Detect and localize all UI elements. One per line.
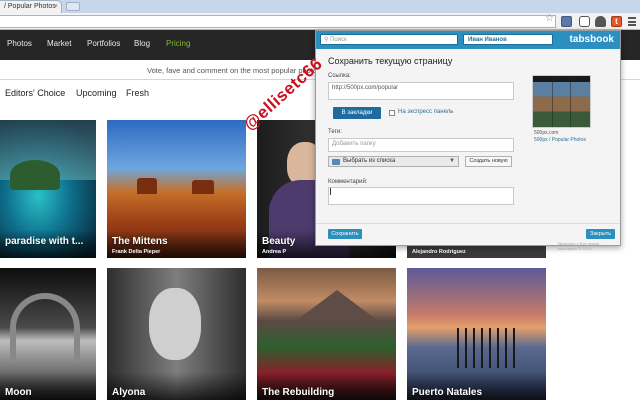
photo-volcano [297,290,377,320]
text-cursor [330,188,331,195]
photo-title: Puerto Natales [412,387,483,398]
create-folder-button[interactable]: Создать новую [465,156,512,167]
link-field[interactable]: http://500px.com/popular [328,82,514,100]
star-icon[interactable]: ☆ [545,14,554,24]
browser-tabstrip: / Popular Photos × [0,0,640,13]
photo-card[interactable]: paradise with t... [0,120,96,258]
browser-tab[interactable]: / Popular Photos × [0,0,62,13]
photo-title: paradise with t... [5,236,84,247]
comment-field[interactable] [328,187,514,205]
browser-toolbar: ☆ t [0,13,640,30]
filter-editors-choice[interactable]: Editors' Choice [5,88,65,98]
address-bar[interactable] [0,15,556,28]
new-tab-button[interactable] [66,2,80,11]
photo-author: Frank Delta Pieper [112,249,161,255]
photo-author: Andrea P [262,249,287,255]
popup-heading: Сохранить текущую страницу [328,56,453,66]
comment-label: Комментарий: [328,179,368,185]
photo-butte [137,178,157,194]
extension-icon-pocket[interactable] [579,16,590,27]
popup-header: ⚲ Поиск Иван Иванов tabsbook [316,31,620,49]
photo-arch [10,293,80,363]
folder-select-value: Выбрать из списка [343,158,396,164]
chevron-down-icon: ▼ [449,158,455,164]
photo-title: Beauty [262,236,296,247]
close-button[interactable]: Закрыть [586,229,615,239]
tabsbook-logo: tabsbook [569,34,614,45]
tabsbook-popup: ⚲ Поиск Иван Иванов tabsbook Сохранить т… [315,30,621,251]
photo-face [149,288,201,360]
search-placeholder: Поиск [330,37,347,43]
photo-card[interactable]: The Mittens Frank Delta Pieper [107,120,246,258]
tab-bookmarks[interactable]: В закладки [333,107,381,119]
nav-photos[interactable]: Photos [7,39,32,48]
photo-author: Alejandro Rodriguez [412,249,466,255]
popup-search-input[interactable]: ⚲ Поиск [320,34,458,45]
photo-card[interactable]: The Rebuilding [257,268,396,400]
tab-close-icon[interactable]: × [54,1,58,13]
photo-pier [457,328,517,368]
page-preview-thumbnail [532,75,591,128]
photo-card[interactable]: Puerto Natales [407,268,546,400]
nav-market[interactable]: Market [47,39,71,48]
extension-icon-cloud[interactable] [595,16,606,27]
filter-fresh[interactable]: Fresh [126,88,149,98]
photo-card[interactable]: Moon [0,268,96,400]
user-menu[interactable]: Иван Иванов [463,34,553,45]
photo-title: Moon [5,387,32,398]
extension-icon-screen[interactable] [561,16,572,27]
nav-portfolios[interactable]: Portfolios [87,39,120,48]
preview-title[interactable]: 500px / Popular Photos [534,137,586,143]
menu-icon[interactable] [628,17,636,26]
photo-title: The Rebuilding [262,387,335,398]
express-panel-checkbox[interactable] [389,110,395,116]
tab-title: / Popular Photos [4,3,56,10]
photo-butte [192,180,214,194]
tabsbook-extension-icon[interactable]: t [611,16,622,27]
tags-field[interactable]: Добавить папку [328,138,514,152]
filter-upcoming[interactable]: Upcoming [76,88,117,98]
tags-label: Теги: [328,129,342,135]
photo-island [10,160,60,190]
copyright: Tabsbook.ru Все права защищены © 2013 [557,241,599,251]
photo-card[interactable]: Alejandro Rodriguez [407,246,546,258]
folder-select[interactable]: Выбрать из списка ▼ [328,156,459,167]
photo-title: Alyona [112,387,146,398]
link-label: Ссылка: [328,73,351,79]
photo-card[interactable]: Alyona [107,268,246,400]
nav-pricing[interactable]: Pricing [166,39,190,48]
preview-url: 500px.com [534,130,559,136]
save-button[interactable]: Сохранить [328,229,362,239]
express-panel-label[interactable]: На экспресс панель [398,109,453,115]
photo-title: The Mittens [112,236,168,247]
nav-blog[interactable]: Blog [134,39,150,48]
folder-icon [332,159,340,165]
